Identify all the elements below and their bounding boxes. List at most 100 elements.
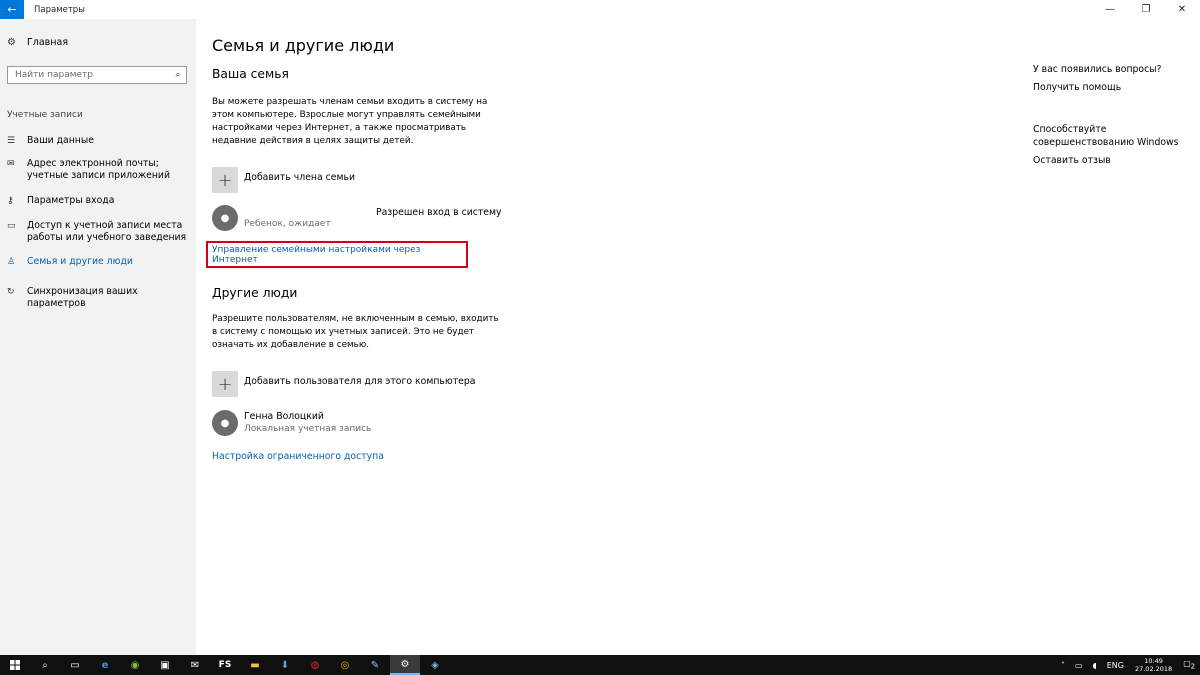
notification-icon: ▢ [1183, 659, 1191, 669]
get-help-link[interactable]: Получить помощь [1033, 81, 1193, 94]
folder-icon: ▬ [250, 659, 260, 671]
other-user-name: Генна Волоцкий [244, 411, 324, 422]
task-view-button[interactable]: ▭ [60, 655, 90, 675]
family-heading: Ваша семья [212, 67, 289, 81]
sidebar-item-email-accounts[interactable]: ✉ Адрес электронной почты; учетные запис… [7, 158, 192, 182]
add-family-member-button[interactable]: + Добавить члена семьи [212, 167, 355, 193]
restricted-access-link[interactable]: Настройка ограниченного доступа [212, 451, 384, 462]
other-user-type: Локальная учетная запись [244, 424, 372, 434]
edge-button[interactable]: e [90, 655, 120, 675]
mail-button[interactable]: ✉ [180, 655, 210, 675]
store-button[interactable]: ▣ [150, 655, 180, 675]
sidebar-item-label: Параметры входа [27, 195, 115, 206]
window-controls: — ❐ ✕ [1092, 0, 1200, 19]
sidebar-item-label: Ваши данные [27, 135, 94, 146]
fs-icon: FS [218, 660, 232, 670]
clock[interactable]: 10:49 27.02.2018 [1129, 657, 1178, 673]
task-view-icon: ▭ [70, 659, 80, 671]
cube-icon: ◈ [431, 659, 439, 671]
minimize-button[interactable]: — [1092, 0, 1128, 19]
give-feedback-link[interactable]: Оставить отзыв [1033, 154, 1193, 167]
torrent-icon: ◉ [130, 659, 140, 671]
key-icon: ⚷ [7, 196, 14, 206]
start-button[interactable] [0, 655, 30, 675]
torrent-button[interactable]: ◉ [120, 655, 150, 675]
network-icon[interactable]: ▭ [1070, 661, 1088, 670]
page-title: Семья и другие люди [212, 36, 395, 55]
search-input[interactable]: Найти параметр ⌕ [7, 66, 187, 84]
settings-taskbar-button[interactable]: ⚙ [390, 655, 420, 675]
back-arrow-icon: ← [7, 3, 17, 16]
system-tray: ˄ ▭ ◖ ENG 10:49 27.02.2018 ▢2 [1056, 655, 1200, 675]
window-title: Параметры [34, 4, 85, 15]
mail-icon: ✉ [7, 159, 15, 169]
briefcase-icon: ▭ [7, 221, 16, 231]
other-people-description: Разрешите пользователям, не включенным в… [212, 314, 499, 350]
sidebar-item-family[interactable]: ♙ Семья и другие люди [7, 256, 192, 268]
notification-count: 2 [1190, 662, 1195, 671]
plus-icon: + [212, 167, 238, 193]
sidebar-home[interactable]: ⚙ Главная [7, 37, 68, 48]
add-user-label: Добавить пользователя для этого компьюте… [244, 376, 476, 387]
search-icon[interactable]: ⌕ [170, 70, 186, 80]
sidebar-item-work-access[interactable]: ▭ Доступ к учетной записи места работы и… [7, 220, 192, 244]
add-family-member-label: Добавить члена семьи [244, 172, 356, 183]
sidebar-item-label: Адрес электронной почты; учетные записи … [27, 158, 171, 181]
gear-icon: ⚙ [400, 658, 410, 670]
family-description: Вы можете разрешать членам семьи входить… [212, 97, 488, 146]
mail-icon: ✉ [190, 659, 200, 671]
virtualbox-button[interactable]: ◈ [420, 655, 450, 675]
avatar-icon: ● [212, 205, 238, 231]
chrome-icon: ◎ [340, 659, 350, 671]
explorer-button[interactable]: ▬ [240, 655, 270, 675]
sidebar-item-sign-in-options[interactable]: ⚷ Параметры входа [7, 195, 192, 207]
close-icon: ✕ [1177, 4, 1187, 15]
language-indicator[interactable]: ENG [1102, 661, 1129, 670]
restore-button[interactable]: ❐ [1128, 0, 1164, 19]
action-center-button[interactable]: ▢2 [1178, 659, 1200, 671]
sidebar-item-your-info[interactable]: ☰ Ваши данные [7, 135, 192, 147]
close-button[interactable]: ✕ [1164, 0, 1200, 19]
sidebar-item-label: Семья и другие люди [27, 256, 133, 267]
store-icon: ▣ [160, 659, 170, 671]
sidebar: ⚙ Главная Найти параметр ⌕ Учетные запис… [0, 19, 196, 655]
sidebar-item-label: Синхронизация ваших параметров [27, 286, 138, 309]
search-icon: ⌕ [42, 659, 48, 671]
help-question: У вас появились вопросы? [1033, 64, 1162, 75]
improve-windows-text: Способствуйте совершенствованию Windows [1033, 124, 1179, 148]
restore-icon: ❐ [1141, 4, 1151, 15]
fs-button[interactable]: FS [210, 655, 240, 675]
sync-icon: ↻ [7, 287, 15, 297]
taskbar: ⌕ ▭ e ◉ ▣ ✉ FS ▬ ⬇ ◍ ◎ ✎ ⚙ ◈ ˄ ▭ ◖ ENG 1… [0, 655, 1200, 675]
sidebar-item-label: Доступ к учетной записи места работы или… [27, 220, 187, 243]
person-list-icon: ☰ [7, 136, 16, 146]
people-icon: ♙ [7, 257, 16, 267]
search-taskbar-button[interactable]: ⌕ [30, 655, 60, 675]
title-bar: ← Параметры — ❐ ✕ [0, 0, 1200, 19]
sidebar-section-label: Учетные записи [7, 110, 83, 120]
security-button[interactable]: ◍ [300, 655, 330, 675]
windows-logo-icon [10, 660, 20, 670]
family-member[interactable]: ● Ребенок, ожидает [212, 205, 331, 231]
minimize-icon: — [1105, 4, 1115, 15]
manage-family-online-link[interactable]: Управление семейными настройками через И… [206, 241, 468, 268]
volume-icon[interactable]: ◖ [1088, 661, 1102, 670]
notepad-icon: ✎ [370, 659, 380, 671]
home-gear-icon: ⚙ [7, 37, 16, 48]
clock-date: 27.02.2018 [1134, 665, 1173, 673]
avatar-icon: ● [212, 410, 238, 436]
add-user-button[interactable]: + Добавить пользователя для этого компью… [212, 371, 475, 397]
notepad-button[interactable]: ✎ [360, 655, 390, 675]
app-button[interactable]: ⬇ [270, 655, 300, 675]
back-button[interactable]: ← [0, 0, 24, 19]
sidebar-item-sync[interactable]: ↻ Синхронизация ваших параметров [7, 286, 192, 310]
chrome-button[interactable]: ◎ [330, 655, 360, 675]
chevron-up-icon[interactable]: ˄ [1056, 661, 1070, 670]
family-member-role: Ребенок, ожидает [244, 219, 331, 229]
plus-icon: + [212, 371, 238, 397]
other-user[interactable]: ● Генна Волоцкий Локальная учетная запис… [212, 410, 371, 436]
edge-icon: e [101, 659, 109, 671]
download-icon: ⬇ [280, 659, 290, 671]
search-placeholder: Найти параметр [15, 70, 93, 80]
family-member-status: Разрешен вход в систему [376, 207, 502, 218]
